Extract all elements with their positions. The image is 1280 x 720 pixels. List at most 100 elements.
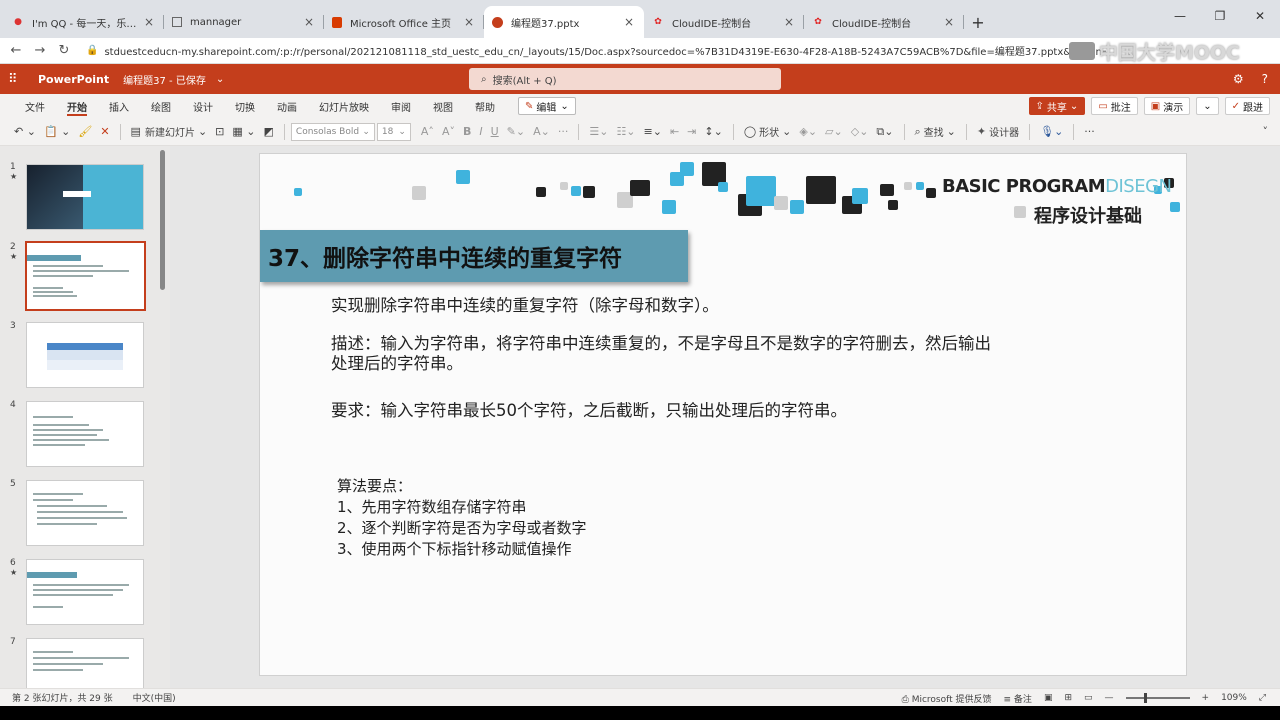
- collapse-ribbon-icon[interactable]: ˅: [1259, 121, 1273, 143]
- more-icon[interactable]: ···: [554, 121, 573, 143]
- share-button[interactable]: ⇪ 共享 ⌄: [1028, 97, 1086, 115]
- decrease-font-icon[interactable]: A˅: [438, 121, 459, 143]
- thumbnail-scrollbar[interactable]: [160, 150, 165, 290]
- app-launcher-icon[interactable]: ⠿: [8, 72, 32, 87]
- shape-fill-icon[interactable]: ◈⌄: [795, 121, 821, 143]
- shapes-button[interactable]: ◯ 形状 ⌄: [740, 121, 796, 143]
- tab-design[interactable]: 设计: [182, 94, 224, 118]
- tab-transitions[interactable]: 切换: [224, 94, 266, 118]
- more-options-icon[interactable]: ···: [1080, 121, 1099, 143]
- browser-tab-qq[interactable]: ● I'm QQ - 每一天，乐在沟通 ×: [4, 6, 164, 38]
- maximize-icon[interactable]: ❐: [1200, 0, 1240, 32]
- browser-tab-pptx[interactable]: 编程题37.pptx ×: [484, 6, 644, 38]
- feedback-button[interactable]: ⎙ Microsoft 提供反馈: [902, 692, 992, 705]
- slide-2[interactable]: BASIC PROGRAMDISEGN 程序设计基础 37、删除字符串中连续的重…: [259, 153, 1187, 676]
- close-icon[interactable]: ×: [462, 15, 476, 29]
- zoom-in-icon[interactable]: +: [1202, 693, 1210, 703]
- highlight-icon[interactable]: ✎⌄: [503, 121, 529, 143]
- italic-icon[interactable]: I: [475, 121, 486, 143]
- slide-thumbnail-7[interactable]: [26, 638, 144, 688]
- sorter-view-icon[interactable]: ⊞: [1064, 693, 1072, 703]
- close-icon[interactable]: ×: [782, 15, 796, 29]
- tab-view[interactable]: 视图: [422, 94, 464, 118]
- chevron-down-icon[interactable]: ⌄: [216, 74, 224, 85]
- browser-tab-cloudide-2[interactable]: ✿ CloudIDE-控制台 ×: [804, 6, 964, 38]
- bullets-icon[interactable]: ☰⌄: [585, 121, 612, 143]
- zoom-level[interactable]: 109%: [1221, 693, 1247, 703]
- slide-thumbnail-2[interactable]: [25, 241, 146, 311]
- tab-help[interactable]: 帮助: [464, 94, 506, 118]
- close-icon[interactable]: ×: [622, 15, 636, 29]
- editing-mode-dropdown[interactable]: ✎ 编辑 ⌄: [518, 97, 576, 115]
- catchup-button[interactable]: ✓ 跟进: [1224, 97, 1270, 115]
- slide-text-algo-title[interactable]: 算法要点：: [337, 476, 412, 497]
- slide-text-requirement[interactable]: 要求：输入字符串最长50个字符，之后截断，只输出处理后的字符串。: [331, 400, 847, 422]
- browser-tab-office[interactable]: Microsoft Office 主页 ×: [324, 6, 484, 38]
- close-icon[interactable]: ×: [142, 15, 156, 29]
- slide-title-box[interactable]: 37、删除字符串中连续的重复字符: [260, 230, 688, 282]
- document-title[interactable]: 编程题37 - 已保存: [123, 72, 206, 87]
- tab-review[interactable]: 审阅: [380, 94, 422, 118]
- new-slide-button[interactable]: ▤ 新建幻灯片 ⌄: [127, 121, 212, 143]
- app-name[interactable]: PowerPoint: [38, 73, 109, 86]
- decrease-indent-icon[interactable]: ⇤: [666, 121, 683, 143]
- format-painter-icon[interactable]: 🖌: [74, 121, 96, 143]
- arrange-icon[interactable]: ⧉⌄: [872, 121, 897, 143]
- increase-font-icon[interactable]: A˄: [417, 121, 438, 143]
- fit-slide-icon[interactable]: ⤢: [1259, 693, 1266, 703]
- notes-button[interactable]: ≡ 备注: [1004, 692, 1032, 705]
- increase-indent-icon[interactable]: ⇥: [683, 121, 700, 143]
- slide-text-algo-1[interactable]: 1、先用字符数组存储字符串: [337, 497, 527, 518]
- slide-text-desc-1[interactable]: 描述：输入为字符串，将字符串中连续重复的，不是字母且不是数字的字符删去，然后输出: [331, 333, 991, 355]
- browser-tab-mannager[interactable]: mannager ×: [164, 6, 324, 38]
- close-icon[interactable]: ×: [302, 15, 316, 29]
- present-dropdown[interactable]: ⌄: [1196, 97, 1219, 115]
- bold-icon[interactable]: B: [459, 121, 475, 143]
- settings-icon[interactable]: ⚙: [1233, 72, 1244, 86]
- numbering-icon[interactable]: ☷⌄: [612, 121, 639, 143]
- tab-file[interactable]: 文件: [14, 94, 56, 118]
- present-button[interactable]: ▣ 演示: [1143, 97, 1191, 115]
- slide-thumbnail-3[interactable]: [26, 322, 144, 388]
- reuse-slides-icon[interactable]: ⊡: [211, 121, 228, 143]
- comments-button[interactable]: ▭ 批注: [1091, 97, 1138, 115]
- tab-insert[interactable]: 插入: [98, 94, 140, 118]
- slide-text-algo-2[interactable]: 2、逐个判断字符是否为字母或者数字: [337, 518, 587, 539]
- browser-tab-cloudide-1[interactable]: ✿ CloudIDE-控制台 ×: [644, 6, 804, 38]
- tab-home[interactable]: 开始: [56, 94, 98, 118]
- close-icon[interactable]: ×: [942, 15, 956, 29]
- tab-draw[interactable]: 绘图: [140, 94, 182, 118]
- slide-text-algo-3[interactable]: 3、使用两个下标指针移动赋值操作: [337, 539, 572, 560]
- minimize-icon[interactable]: —: [1160, 0, 1200, 32]
- help-icon[interactable]: ?: [1262, 72, 1268, 86]
- search-input[interactable]: ⌕ 搜索(Alt + Q): [469, 68, 781, 90]
- language-status[interactable]: 中文(中国): [133, 691, 176, 704]
- designer-button[interactable]: ✦ 设计器: [973, 121, 1023, 143]
- underline-icon[interactable]: U: [487, 121, 503, 143]
- zoom-slider[interactable]: [1125, 693, 1190, 703]
- new-tab-button[interactable]: +: [964, 6, 992, 38]
- normal-view-icon[interactable]: ▣: [1044, 693, 1053, 703]
- back-icon[interactable]: ←: [4, 43, 28, 58]
- background-icon[interactable]: ◩: [260, 121, 278, 143]
- paste-icon[interactable]: 📋 ⌄: [40, 121, 74, 143]
- undo-icon[interactable]: ↶ ⌄: [10, 121, 40, 143]
- line-spacing-icon[interactable]: ↕⌄: [700, 121, 726, 143]
- url-field[interactable]: 🔒 stduestceducn-my.sharepoint.com/:p:/r/…: [86, 43, 1106, 58]
- font-color-icon[interactable]: A⌄: [529, 121, 554, 143]
- font-name-select[interactable]: Consolas Bold ⌄: [290, 122, 375, 141]
- close-window-icon[interactable]: ✕: [1240, 0, 1280, 32]
- forward-icon[interactable]: →: [28, 43, 52, 58]
- shape-outline-icon[interactable]: ▱⌄: [821, 121, 847, 143]
- slide-text-desc-2[interactable]: 处理后的字符串。: [331, 353, 463, 375]
- shape-effects-icon[interactable]: ◇⌄: [847, 121, 873, 143]
- zoom-out-icon[interactable]: —: [1105, 693, 1114, 703]
- find-button[interactable]: ⌕ 查找 ⌄: [911, 121, 960, 143]
- slide-text-intro[interactable]: 实现删除字符串中连续的重复字符（除字母和数字）。: [331, 295, 719, 317]
- layout-icon[interactable]: ▦ ⌄: [228, 121, 259, 143]
- align-icon[interactable]: ≡⌄: [640, 121, 666, 143]
- cut-icon[interactable]: ✕: [96, 121, 113, 143]
- slide-thumbnail-6[interactable]: [26, 559, 144, 625]
- reading-view-icon[interactable]: ▭: [1084, 693, 1093, 703]
- font-size-select[interactable]: 18 ⌄: [376, 122, 411, 141]
